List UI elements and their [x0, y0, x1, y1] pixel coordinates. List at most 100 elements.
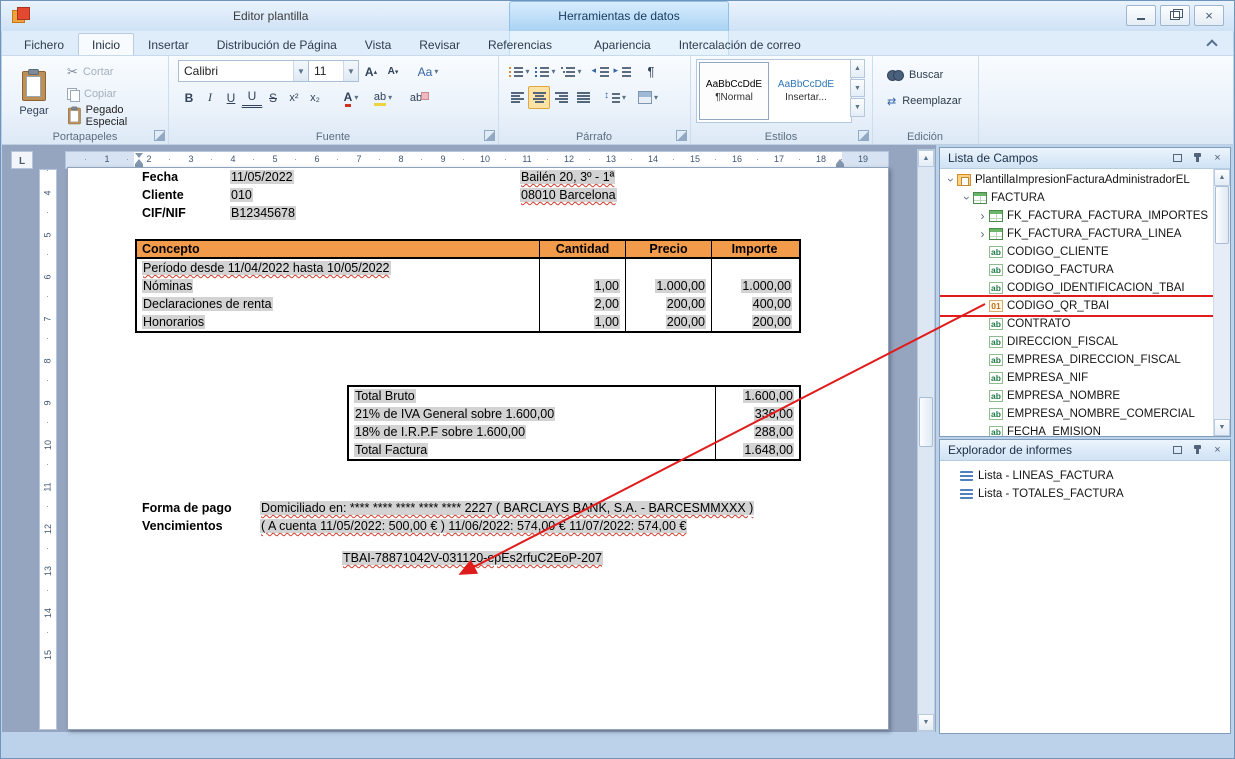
address-field[interactable]: Bailén 20, 3º - 1ª — [520, 170, 615, 184]
field-list-scrollbar[interactable]: ▲ ▼ — [1213, 169, 1230, 436]
right-indent-marker[interactable] — [836, 153, 845, 167]
chevron-down-icon[interactable]: ▼ — [343, 61, 358, 81]
line-importe[interactable]: 400,00 — [752, 297, 792, 311]
field-list-item[interactable]: FK_FACTURA_FACTURA_LINEA — [940, 225, 1214, 243]
invoice-lines-table[interactable]: Concepto Cantidad Precio Importe Período… — [135, 239, 801, 333]
numbered-list-button[interactable] — [532, 60, 558, 83]
address-field[interactable]: 08010 Barcelona — [520, 188, 617, 202]
collapse-ribbon-icon[interactable] — [1205, 38, 1219, 48]
chevron-down-icon[interactable]: ▼ — [293, 61, 308, 81]
float-panel-button[interactable] — [1169, 442, 1186, 458]
pin-panel-button[interactable] — [1189, 150, 1206, 166]
total-value[interactable]: 288,00 — [754, 425, 794, 439]
line-concepto[interactable]: Declaraciones de renta — [142, 297, 273, 311]
field-list-item[interactable]: EMPRESA_NOMBRE — [940, 387, 1214, 405]
header-field-label[interactable]: Fecha — [142, 170, 230, 184]
italic-button[interactable]: I — [199, 86, 221, 109]
dialog-launcher-icon[interactable] — [154, 130, 165, 141]
font-name-combo[interactable]: Calibri ▼ — [178, 60, 309, 82]
scroll-down-icon[interactable]: ▼ — [1214, 419, 1230, 436]
line-cantidad[interactable]: 1,00 — [594, 315, 620, 329]
ribbon-tab[interactable]: Insertar — [134, 33, 203, 55]
find-button[interactable]: Buscar — [882, 64, 948, 86]
paste-button[interactable]: Pegar — [9, 59, 59, 129]
total-value[interactable]: 1.648,00 — [743, 443, 794, 457]
scrollbar-thumb[interactable] — [919, 397, 933, 447]
ribbon-tab[interactable]: Apariencia — [580, 33, 665, 55]
field-list-item[interactable]: FK_FACTURA_FACTURA_IMPORTES — [940, 207, 1214, 225]
ribbon-tab[interactable]: Inicio — [78, 33, 134, 55]
total-value[interactable]: 336,00 — [754, 407, 794, 421]
payment-value[interactable]: ( A cuenta 11/05/2022: 500,00 € ) 11/06/… — [260, 519, 687, 533]
scrollbar-thumb[interactable] — [1215, 186, 1229, 244]
document-scrollbar[interactable]: ▲ ▼ — [917, 149, 935, 732]
font-color-button[interactable]: A — [336, 86, 366, 109]
total-label[interactable]: Total Factura — [354, 443, 428, 457]
font-size-combo[interactable]: 11 ▼ — [308, 60, 359, 82]
ribbon-tab[interactable]: Intercalación de correo — [665, 33, 815, 55]
chevron-icon[interactable] — [976, 209, 989, 223]
period-field[interactable]: Período desde 11/04/2022 hasta 10/05/202… — [142, 261, 391, 275]
scroll-up-icon[interactable]: ▲ — [1214, 169, 1230, 186]
line-concepto[interactable]: Nóminas — [142, 279, 193, 293]
line-precio[interactable]: 200,00 — [666, 315, 706, 329]
field-list-item[interactable]: CODIGO_CLIENTE — [940, 243, 1214, 261]
field-list-item[interactable]: CONTRATO — [940, 315, 1214, 333]
ribbon-tab[interactable]: Referencias — [474, 33, 566, 55]
col-header-precio[interactable]: Precio — [625, 241, 711, 257]
report-list-item[interactable]: Lista - LINEAS_FACTURA — [960, 467, 1230, 485]
align-center-button[interactable] — [528, 86, 550, 109]
replace-button[interactable]: ⇄ Reemplazar — [882, 90, 967, 112]
minimize-button[interactable] — [1126, 5, 1156, 26]
align-right-button[interactable] — [550, 86, 572, 109]
gallery-down-button[interactable]: ▼ — [850, 79, 865, 98]
line-cantidad[interactable]: 1,00 — [594, 279, 620, 293]
field-list-item[interactable]: DIRECCION_FISCAL — [940, 333, 1214, 351]
payment-label[interactable]: Forma de pago — [142, 501, 260, 515]
line-importe[interactable]: 200,00 — [752, 315, 792, 329]
ribbon-tab[interactable]: Revisar — [405, 33, 474, 55]
gallery-up-button[interactable]: ▲ — [850, 59, 865, 78]
increase-indent-button[interactable] — [612, 60, 634, 83]
field-list-item[interactable]: EMPRESA_NIF — [940, 369, 1214, 387]
subscript-button[interactable]: x₂ — [304, 86, 326, 109]
align-left-button[interactable] — [506, 86, 528, 109]
show-paragraph-marks-button[interactable]: ¶ — [640, 60, 662, 83]
report-list-item[interactable]: Lista - TOTALES_FACTURA — [960, 485, 1230, 503]
restore-button[interactable] — [1160, 5, 1190, 26]
close-panel-button[interactable]: × — [1209, 442, 1226, 458]
total-label[interactable]: 21% de IVA General sobre 1.600,00 — [354, 407, 555, 421]
indent-marker[interactable] — [135, 153, 144, 167]
pin-panel-button[interactable] — [1189, 442, 1206, 458]
col-header-concepto[interactable]: Concepto — [137, 241, 539, 257]
double-underline-button[interactable]: U — [241, 86, 263, 108]
dialog-launcher-icon[interactable] — [858, 130, 869, 141]
payment-value[interactable]: Domiciliado en: **** **** **** **** ****… — [260, 501, 754, 515]
header-field-value[interactable]: B12345678 — [230, 206, 296, 220]
clear-formatting-button[interactable]: ab — [402, 86, 430, 109]
paste-special-button[interactable]: Pegado Especial — [62, 105, 168, 127]
header-field-label[interactable]: CIF/NIF — [142, 206, 230, 220]
bold-button[interactable]: B — [178, 86, 200, 109]
col-header-importe[interactable]: Importe — [711, 241, 797, 257]
total-label[interactable]: 18% de I.R.P.F sobre 1.600,00 — [354, 425, 526, 439]
grow-font-button[interactable]: A▴ — [360, 60, 382, 83]
total-value[interactable]: 1.600,00 — [743, 389, 794, 403]
invoice-totals-table[interactable]: Total Bruto 1.600,00 21% de IVA General … — [347, 385, 801, 461]
ribbon-tab[interactable]: Fichero — [10, 33, 78, 55]
change-case-button[interactable]: Aa — [412, 60, 444, 83]
field-list-item[interactable]: CODIGO_IDENTIFICACION_TBAI — [940, 279, 1214, 297]
scroll-up-icon[interactable]: ▲ — [918, 150, 934, 167]
decrease-indent-button[interactable] — [590, 60, 612, 83]
chevron-icon[interactable] — [976, 227, 989, 241]
shrink-font-button[interactable]: A▾ — [382, 60, 404, 83]
line-spacing-button[interactable] — [600, 86, 630, 109]
field-list-item[interactable]: CODIGO_FACTURA — [940, 261, 1214, 279]
scroll-down-icon[interactable]: ▼ — [918, 714, 934, 731]
style-item[interactable]: AaBbCcDdE Insertar... — [771, 62, 841, 120]
superscript-button[interactable]: x² — [283, 86, 305, 109]
shading-button[interactable] — [634, 86, 662, 109]
header-field-label[interactable]: Cliente — [142, 188, 230, 202]
ribbon-tab[interactable]: Distribución de Página — [203, 33, 351, 55]
field-list-item[interactable]: EMPRESA_NOMBRE_COMERCIAL — [940, 405, 1214, 423]
